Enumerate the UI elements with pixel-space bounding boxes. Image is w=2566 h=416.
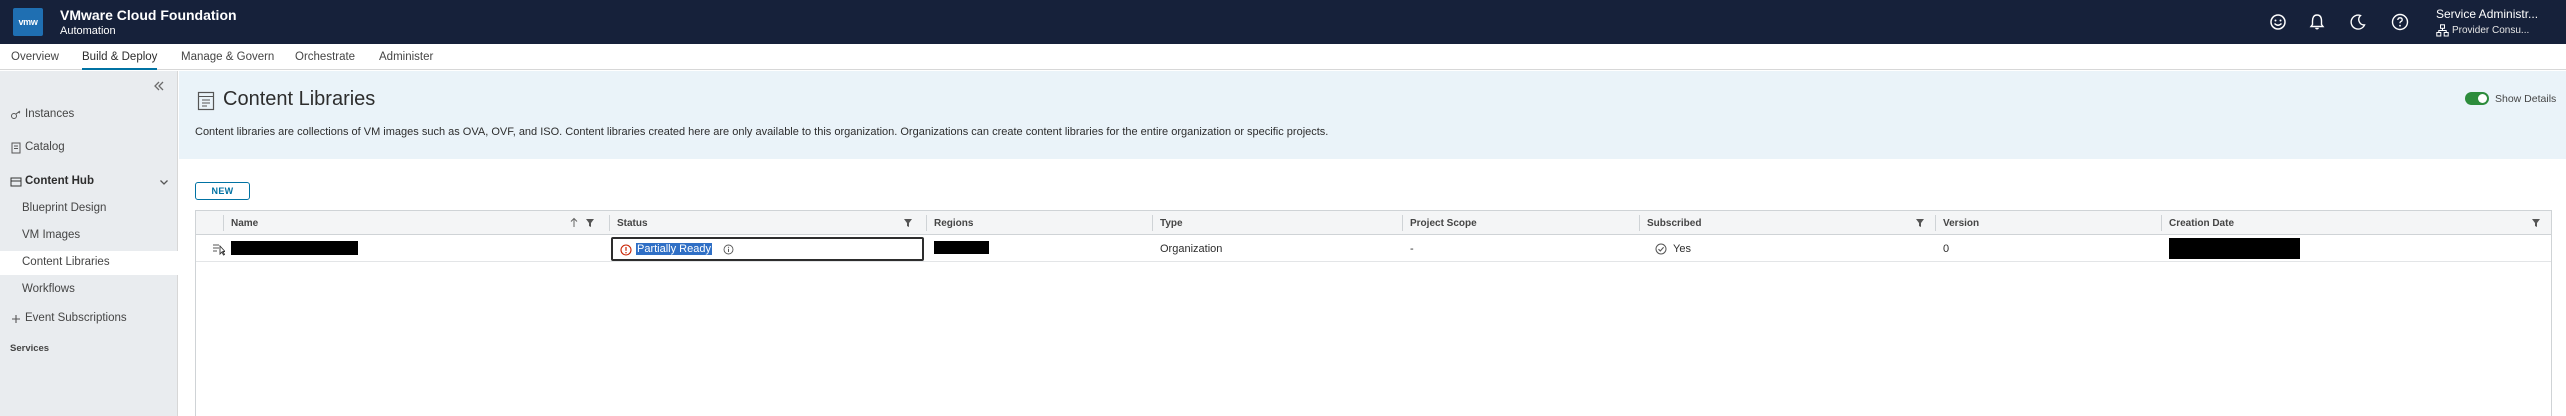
bell-icon[interactable] [2307, 12, 2327, 32]
filter-icon[interactable] [1915, 218, 1925, 228]
vmware-logo[interactable]: vmw [13, 8, 43, 36]
instances-icon [11, 110, 21, 119]
plus-icon [12, 315, 20, 323]
sidebar-item-workflows[interactable]: Workflows [0, 278, 178, 302]
column-label: Version [1943, 218, 1980, 229]
filter-icon[interactable] [903, 218, 913, 228]
project-scope-text: - [1410, 243, 1414, 255]
version-cell: 0 [1935, 236, 2161, 262]
sidebar-item-catalog[interactable]: Catalog [0, 136, 178, 160]
table-row[interactable]: Partially Ready Organization - Yes 0 [196, 236, 2551, 262]
toggle-knob [2478, 94, 2487, 103]
column-label: Status [617, 218, 648, 229]
info-icon[interactable] [723, 244, 734, 255]
show-details-toggle[interactable] [2465, 92, 2489, 105]
status-cell[interactable]: Partially Ready [611, 237, 924, 261]
subscribed-text: Yes [1673, 243, 1691, 255]
sidebar-item-content-libraries[interactable]: Content Libraries [0, 251, 178, 275]
column-header-project-scope[interactable]: Project Scope [1402, 211, 1639, 235]
sidebar: Instances Catalog Content Hub Blueprint … [0, 71, 178, 416]
sidebar-item-event-subscriptions[interactable]: Event Subscriptions [0, 307, 178, 331]
column-label: Type [1160, 218, 1183, 229]
project-scope-cell: - [1402, 236, 1639, 262]
tab-build-deploy[interactable]: Build & Deploy [82, 44, 158, 70]
column-label: Project Scope [1410, 218, 1477, 229]
column-header-status[interactable]: Status [609, 211, 926, 235]
type-text: Organization [1160, 243, 1223, 255]
sidebar-item-vm-images[interactable]: VM Images [0, 224, 178, 248]
sidebar-item-label: Blueprint Design [22, 202, 107, 214]
sidebar-item-label: Instances [25, 108, 75, 120]
content-hub-icon [10, 177, 22, 187]
name-cell[interactable] [231, 241, 358, 255]
sidebar-item-instances[interactable]: Instances [0, 103, 178, 127]
content-libraries-grid: Name Status Regions Type Project Scope S… [195, 210, 2552, 416]
tab-orchestrate[interactable]: Orchestrate [295, 44, 355, 70]
sidebar-section-services: Services [10, 343, 50, 354]
column-header-version[interactable]: Version [1935, 211, 2161, 235]
filter-icon[interactable] [585, 218, 595, 228]
sidebar-item-label: Content Hub [25, 175, 94, 187]
type-cell: Organization [1152, 236, 1402, 262]
page-description: Content libraries are collections of VM … [195, 126, 1329, 138]
new-content-library-button[interactable]: NEW [195, 182, 250, 200]
sidebar-item-blueprint-design[interactable]: Blueprint Design [0, 197, 178, 221]
chevron-down-icon[interactable] [158, 176, 170, 188]
warning-icon [620, 244, 632, 256]
creation-date-cell [2169, 238, 2300, 259]
user-organization[interactable]: Provider Consu... [2452, 25, 2529, 36]
sidebar-item-label: Content Libraries [22, 256, 110, 268]
app-subtitle: Automation [60, 25, 116, 37]
filter-icon[interactable] [2531, 218, 2541, 228]
column-label: Creation Date [2169, 218, 2235, 229]
top-navigation: Overview Build & Deploy Manage & Govern … [0, 44, 2566, 70]
tab-overview[interactable]: Overview [11, 44, 59, 70]
column-label: Subscribed [1647, 218, 1702, 229]
app-header: vmw VMware Cloud Foundation Automation S… [0, 0, 2566, 44]
user-name[interactable]: Service Administr... [2436, 7, 2538, 21]
help-icon[interactable] [2390, 12, 2410, 32]
row-actions-icon[interactable] [212, 242, 225, 256]
catalog-icon [11, 142, 21, 154]
column-label: Name [231, 218, 259, 229]
check-circle-icon [1655, 243, 1667, 255]
app-title: VMware Cloud Foundation [60, 7, 237, 23]
sort-ascending-icon[interactable] [569, 217, 579, 228]
status-text: Partially Ready [636, 243, 712, 255]
sidebar-item-label: VM Images [22, 229, 81, 241]
column-header-regions[interactable]: Regions [926, 211, 1152, 235]
column-header-name[interactable]: Name [223, 211, 609, 235]
column-label: Regions [934, 218, 974, 229]
page-title: Content Libraries [223, 88, 376, 110]
version-text: 0 [1943, 243, 1950, 255]
subscribed-cell: Yes [1639, 236, 1935, 262]
sidebar-item-label: Catalog [25, 141, 65, 153]
collapse-sidebar-icon[interactable] [152, 79, 166, 93]
show-details-label: Show Details [2495, 93, 2557, 105]
moon-icon[interactable] [2348, 12, 2368, 32]
column-header-creation-date[interactable]: Creation Date [2161, 211, 2551, 235]
page-banner: Content Libraries Content libraries are … [179, 71, 2566, 159]
column-header-type[interactable]: Type [1152, 211, 1402, 235]
sidebar-item-label: Workflows [22, 283, 75, 295]
grid-header: Name Status Regions Type Project Scope S… [196, 211, 2551, 235]
smiley-icon[interactable] [2268, 12, 2288, 32]
tab-administer[interactable]: Administer [379, 44, 433, 70]
content-library-icon [197, 91, 215, 111]
regions-cell [934, 241, 989, 254]
organization-icon [2436, 24, 2449, 37]
sidebar-item-content-hub[interactable]: Content Hub [0, 170, 178, 194]
column-header-subscribed[interactable]: Subscribed [1639, 211, 1935, 235]
tab-manage-govern[interactable]: Manage & Govern [181, 44, 274, 70]
sidebar-item-label: Event Subscriptions [25, 312, 127, 324]
